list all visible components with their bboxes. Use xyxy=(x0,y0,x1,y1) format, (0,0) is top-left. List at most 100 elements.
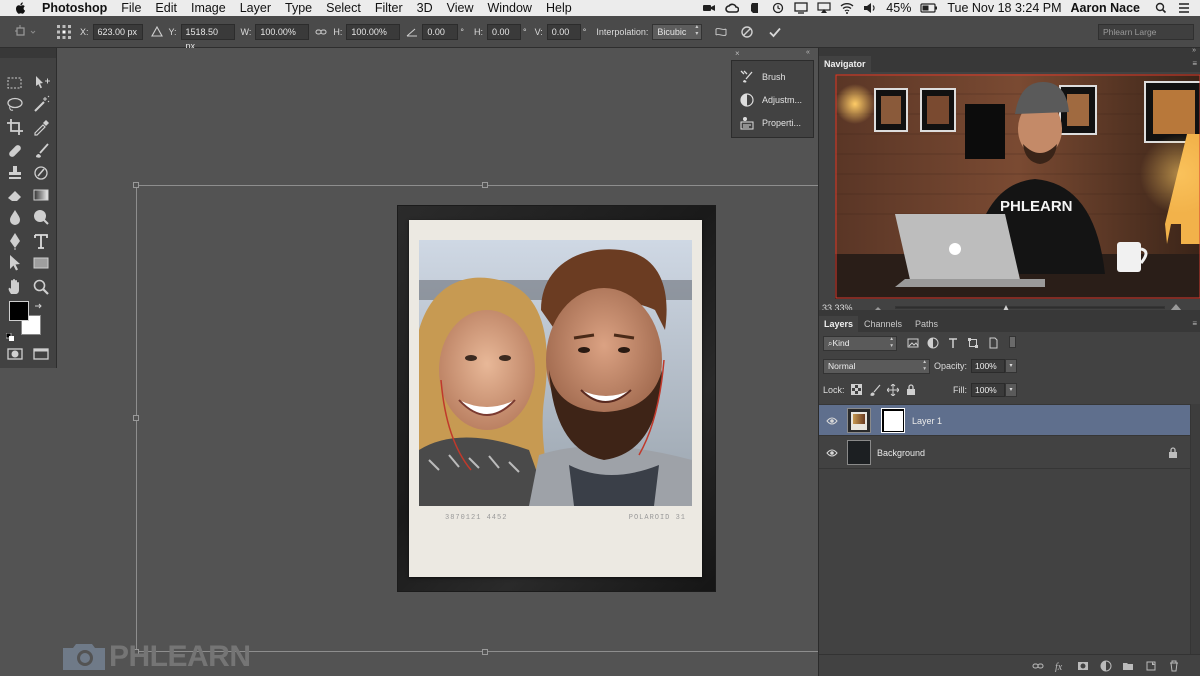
menu-help[interactable]: Help xyxy=(546,1,572,15)
adjustment-layer-icon[interactable] xyxy=(1100,660,1112,672)
filter-adjustment-icon[interactable] xyxy=(927,337,939,351)
width-field[interactable]: 100.00% xyxy=(255,23,310,40)
history-brush-tool-icon[interactable] xyxy=(30,162,52,184)
transform-handle-middle-left[interactable] xyxy=(133,415,139,421)
layer-name[interactable]: Background xyxy=(877,448,925,458)
delete-layer-icon[interactable] xyxy=(1168,660,1180,672)
notification-center-icon[interactable] xyxy=(1177,2,1191,14)
rotate-field[interactable]: 0.00 xyxy=(422,23,459,40)
properties-panel-button[interactable]: Properti... xyxy=(732,112,815,134)
menu-window[interactable]: Window xyxy=(488,1,532,15)
x-position-field[interactable]: 623.00 px xyxy=(92,23,143,40)
brush-tool-icon[interactable] xyxy=(30,140,52,162)
brush-panel-button[interactable]: Brush xyxy=(732,66,815,88)
screen-mode-icon[interactable] xyxy=(30,343,52,365)
tool-preset-icon[interactable] xyxy=(14,24,38,40)
filter-smart-object-icon[interactable] xyxy=(987,337,999,351)
adjustments-panel-button[interactable]: Adjustm... xyxy=(732,89,815,111)
mini-panel-collapse[interactable]: × xyxy=(735,49,740,58)
menu-3d[interactable]: 3D xyxy=(417,1,433,15)
facetime-icon[interactable] xyxy=(702,2,716,14)
lock-transparent-icon[interactable] xyxy=(851,384,862,397)
layer-thumbnail[interactable] xyxy=(847,440,871,465)
layers-panel-menu-icon[interactable]: ≡ xyxy=(1192,319,1197,328)
opacity-slider-button[interactable]: ▾ xyxy=(1005,359,1017,373)
time-machine-icon[interactable] xyxy=(771,2,785,14)
apple-icon[interactable] xyxy=(14,1,28,15)
menu-edit[interactable]: Edit xyxy=(155,1,177,15)
wifi-icon[interactable] xyxy=(840,2,854,14)
h-skew-field[interactable]: 0.00 xyxy=(486,23,521,40)
link-layers-icon[interactable] xyxy=(1032,660,1044,672)
commit-transform-icon[interactable] xyxy=(768,25,782,39)
layer-mask-thumbnail[interactable] xyxy=(881,408,905,433)
foreground-color-swatch[interactable] xyxy=(9,301,29,321)
v-skew-field[interactable]: 0.00 xyxy=(546,23,581,40)
tab-layers[interactable]: Layers xyxy=(819,316,859,332)
tab-navigator[interactable]: Navigator xyxy=(819,56,871,72)
zoom-slider-track[interactable] xyxy=(895,306,1165,309)
zoom-tool-icon[interactable] xyxy=(30,276,52,298)
visibility-eye-icon[interactable] xyxy=(826,447,838,459)
layers-scrollbar[interactable] xyxy=(1190,404,1200,654)
spotlight-icon[interactable] xyxy=(1154,2,1168,14)
navigator-panel-menu-icon[interactable]: ≡ xyxy=(1192,59,1197,68)
cancel-transform-icon[interactable] xyxy=(740,25,754,39)
battery-percent[interactable]: 45% xyxy=(886,1,911,15)
layer-row-background[interactable]: Background xyxy=(819,437,1190,469)
tab-paths[interactable]: Paths xyxy=(910,316,943,332)
default-colors-icon[interactable] xyxy=(5,328,14,341)
layer-name[interactable]: Layer 1 xyxy=(912,416,942,426)
transform-handle-top-center[interactable] xyxy=(482,182,488,188)
layer-thumbnail[interactable] xyxy=(847,408,871,433)
user-name[interactable]: Aaron Nace xyxy=(1071,1,1140,15)
fill-field[interactable]: 100% xyxy=(971,383,1005,397)
airplay-icon[interactable] xyxy=(817,2,831,14)
add-mask-icon[interactable] xyxy=(1077,660,1089,672)
lock-pixels-icon[interactable] xyxy=(869,384,881,398)
menu-view[interactable]: View xyxy=(447,1,474,15)
move-tool-icon[interactable] xyxy=(30,72,52,94)
opacity-field[interactable]: 100% xyxy=(971,359,1005,373)
layer-filter-dropdown[interactable]: ⌕Kind xyxy=(823,336,897,351)
path-selection-tool-icon[interactable] xyxy=(4,252,26,274)
filter-type-icon[interactable] xyxy=(947,337,959,351)
menu-select[interactable]: Select xyxy=(326,1,361,15)
interpolation-dropdown[interactable]: Bicubic xyxy=(652,23,703,40)
app-menu-photoshop[interactable]: Photoshop xyxy=(42,1,107,15)
hand-tool-icon[interactable] xyxy=(4,276,26,298)
menu-layer[interactable]: Layer xyxy=(240,1,271,15)
rectangle-tool-icon[interactable] xyxy=(30,252,52,274)
menu-image[interactable]: Image xyxy=(191,1,226,15)
type-tool-icon[interactable] xyxy=(30,230,52,252)
tab-channels[interactable]: Channels xyxy=(859,316,907,332)
filter-pixel-icon[interactable] xyxy=(907,337,919,351)
lock-position-icon[interactable] xyxy=(886,383,900,398)
transform-handle-bottom-center[interactable] xyxy=(482,649,488,655)
warp-mode-icon[interactable] xyxy=(714,25,728,39)
clock[interactable]: Tue Nov 18 3:24 PM xyxy=(947,1,1061,15)
document-canvas[interactable]: 3870121 4452 POLAROID 31 xyxy=(398,206,715,591)
blur-tool-icon[interactable] xyxy=(4,206,26,228)
new-layer-icon[interactable] xyxy=(1145,660,1157,672)
creative-cloud-icon[interactable] xyxy=(725,2,740,14)
clone-stamp-tool-icon[interactable] xyxy=(4,162,26,184)
marquee-tool-icon[interactable] xyxy=(4,72,26,94)
new-group-icon[interactable] xyxy=(1122,660,1134,672)
blend-mode-dropdown[interactable]: Normal xyxy=(823,359,930,374)
display-icon[interactable] xyxy=(794,2,808,14)
polaroid-frame[interactable]: 3870121 4452 POLAROID 31 xyxy=(409,220,702,577)
filter-shape-icon[interactable] xyxy=(967,337,979,351)
healing-brush-tool-icon[interactable] xyxy=(4,140,26,162)
transform-handle-top-left[interactable] xyxy=(133,182,139,188)
navigator-thumbnail[interactable]: PHLEARN xyxy=(835,74,1200,299)
lasso-tool-icon[interactable] xyxy=(4,94,26,116)
workspace-dropdown[interactable]: Phlearn Large xyxy=(1098,24,1194,40)
y-position-field[interactable]: 1518.50 px xyxy=(180,23,235,51)
visibility-eye-icon[interactable] xyxy=(826,415,838,427)
filter-toggle-icon[interactable] xyxy=(1009,336,1016,348)
link-icon[interactable] xyxy=(315,27,327,37)
menu-file[interactable]: File xyxy=(121,1,141,15)
magic-wand-tool-icon[interactable] xyxy=(30,94,52,116)
relative-positioning-icon[interactable] xyxy=(150,25,163,38)
